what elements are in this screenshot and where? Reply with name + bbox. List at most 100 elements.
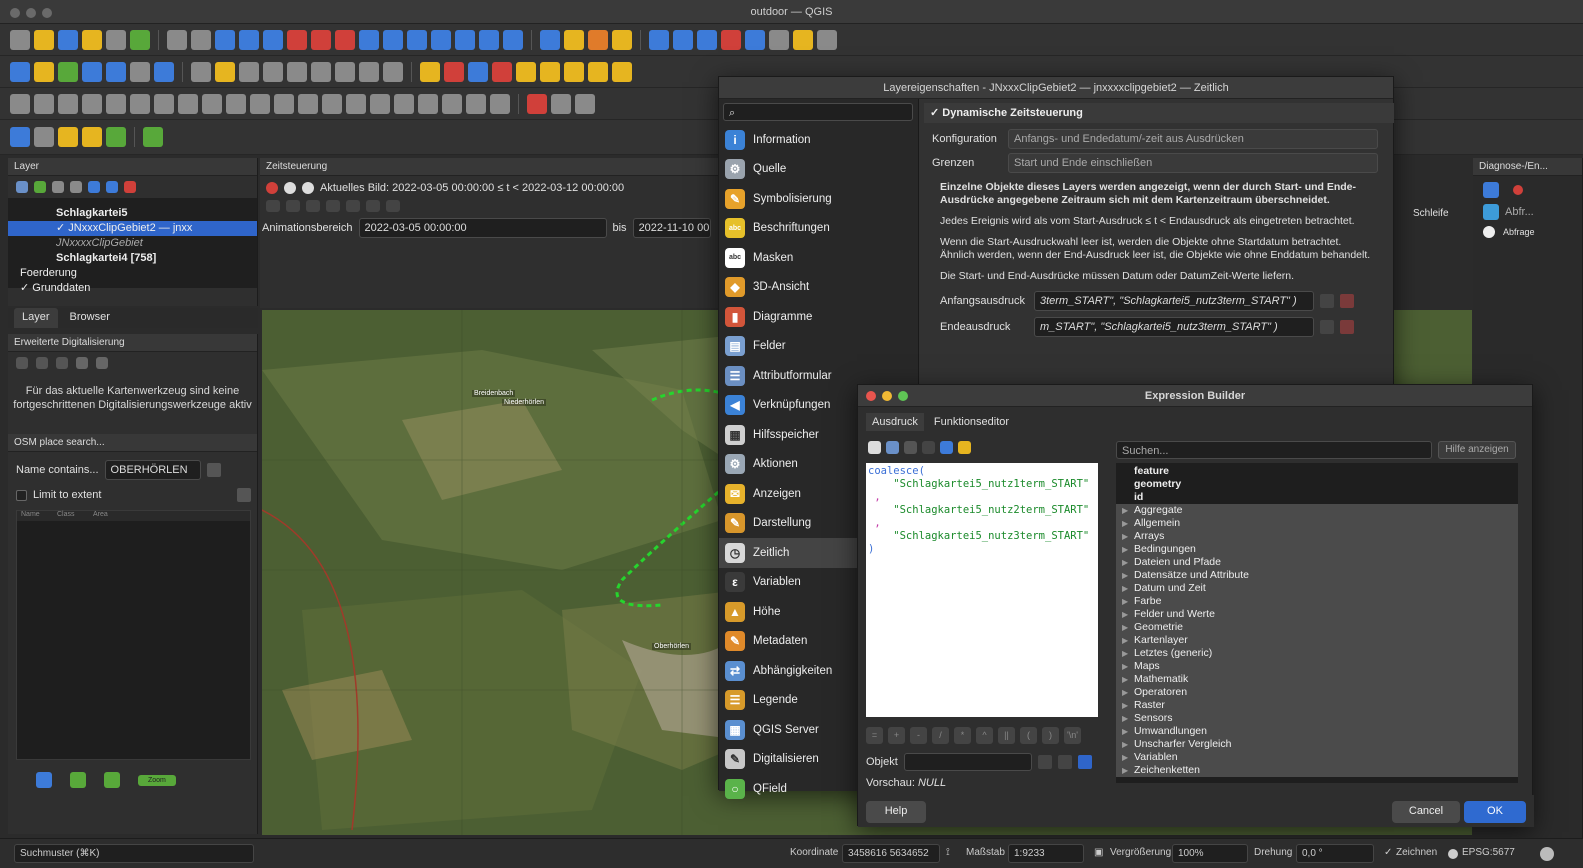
function-group-item[interactable]: ▶ Mathematik — [1116, 673, 1518, 686]
osm-list-icon[interactable] — [36, 772, 52, 788]
toolbar-tool-icon[interactable] — [407, 29, 427, 50]
toolbar-tool-icon[interactable] — [263, 61, 283, 82]
toolbar-tool-icon[interactable] — [479, 29, 499, 50]
toolbar-tool-icon[interactable] — [468, 61, 488, 82]
toolbar-tool-icon[interactable] — [383, 29, 403, 50]
function-group-item[interactable]: ▶ Aggregate — [1116, 504, 1518, 517]
rewind-icon[interactable] — [266, 200, 280, 212]
snap-icon[interactable]: ⟟ — [946, 847, 950, 858]
toolbar-tool-icon[interactable] — [612, 29, 632, 50]
toolbar-tool-icon[interactable] — [503, 29, 523, 50]
help-button[interactable]: Help — [866, 801, 926, 823]
end-expression-input[interactable]: m_START", "Schlagkartei5_nutz3term_START… — [1034, 317, 1314, 337]
coordinate-input[interactable]: 3458616 5634652 — [842, 844, 940, 863]
play-icon[interactable] — [346, 200, 360, 212]
new-expression-icon[interactable] — [868, 441, 881, 454]
expr-close-button[interactable] — [866, 391, 876, 401]
limit-to-extent-checkbox[interactable] — [16, 489, 27, 501]
function-group-item[interactable]: ▶ Datum und Zeit — [1116, 582, 1518, 595]
function-group-item[interactable]: ▶ Farbe — [1116, 595, 1518, 608]
identify-tree-icon[interactable] — [1483, 182, 1499, 198]
operator-button[interactable]: - — [910, 727, 927, 744]
start-expression-input[interactable]: 3term_START", "Schlagkartei5_nutz3term_S… — [1034, 291, 1314, 311]
function-group-item[interactable]: ▶ Arrays — [1116, 530, 1518, 543]
function-group-item[interactable]: ▶ Unscharfer Vergleich — [1116, 738, 1518, 751]
parallel-icon[interactable] — [56, 357, 68, 369]
query-info-icon[interactable] — [1483, 226, 1495, 238]
toolbar-tool-icon[interactable] — [383, 61, 403, 82]
osm-search-button[interactable] — [206, 463, 221, 477]
expand-arrow-icon[interactable]: ▶ — [1122, 699, 1128, 712]
toolbar-tool-icon[interactable] — [34, 127, 54, 147]
magnifier-input[interactable]: 100% — [1172, 844, 1248, 863]
range-start-input[interactable]: 2022-03-05 00:00:00 — [358, 218, 607, 238]
expand-arrow-icon[interactable]: ▶ — [1122, 764, 1128, 777]
toolbar-tool-icon[interactable] — [394, 93, 414, 114]
toolbar-tool-icon[interactable] — [516, 61, 536, 82]
layer-visibility-checkbox[interactable]: ✓ — [20, 282, 32, 294]
toolbar-tool-icon[interactable] — [202, 93, 222, 114]
nav-item-quelle[interactable]: ⚙ Quelle — [719, 155, 918, 185]
expand-arrow-icon[interactable]: ▶ — [1122, 608, 1128, 621]
osm-map-icon[interactable] — [70, 772, 86, 788]
object-first-button[interactable] — [1037, 755, 1052, 769]
show-help-button[interactable]: Hilfe anzeigen — [1438, 441, 1516, 459]
layer-tree-item[interactable]: Schlagkartei5 — [8, 206, 257, 221]
object-select[interactable] — [903, 753, 1032, 771]
function-group-item[interactable]: ▶ Geometrie — [1116, 621, 1518, 634]
toolbar-tool-icon[interactable] — [58, 61, 78, 82]
expr-minimize-button[interactable] — [882, 391, 892, 401]
osm-column-header[interactable]: Name — [17, 511, 53, 521]
operator-button[interactable]: || — [998, 727, 1015, 744]
fixed-range-icon[interactable] — [284, 182, 296, 194]
expand-arrow-icon[interactable]: ▶ — [1122, 569, 1128, 582]
toolbar-tool-icon[interactable] — [490, 93, 510, 114]
toolbar-tool-icon[interactable] — [34, 93, 54, 114]
delete-expression-icon[interactable] — [922, 441, 935, 454]
animated-icon[interactable] — [302, 182, 314, 194]
operator-button[interactable]: ( — [1020, 727, 1037, 744]
toolbar-tool-icon[interactable] — [34, 61, 54, 82]
function-group-item[interactable]: ▶ Maps — [1116, 660, 1518, 673]
toolbar-tool-icon[interactable] — [82, 61, 102, 82]
toolbar-tool-icon[interactable] — [82, 127, 102, 147]
expand-arrow-icon[interactable]: ▶ — [1122, 517, 1128, 530]
expand-arrow-icon[interactable]: ▶ — [1122, 673, 1128, 686]
layer-tree-item[interactable]: Foerderung — [8, 266, 257, 281]
toolbar-tool-icon[interactable] — [697, 29, 717, 50]
toolbar-tool-icon[interactable] — [154, 93, 174, 114]
toolbar-tool-icon[interactable] — [322, 93, 342, 114]
expand-arrow-icon[interactable]: ▶ — [1122, 647, 1128, 660]
nav-item-3d-ansicht[interactable]: ◆ 3D-Ansicht — [719, 273, 918, 303]
edit-expression-icon[interactable] — [904, 441, 917, 454]
toolbar-tool-icon[interactable] — [817, 29, 837, 50]
play-backward-icon[interactable] — [306, 200, 320, 212]
toolbar-tool-icon[interactable] — [10, 127, 30, 147]
nav-item-information[interactable]: i Information — [719, 125, 918, 155]
toolbar-tool-icon[interactable] — [721, 29, 741, 50]
toolbar-tool-icon[interactable] — [130, 93, 150, 114]
toolbar-tool-icon[interactable] — [431, 29, 451, 50]
osm-name-input[interactable]: OBERHÖRLEN — [104, 460, 201, 480]
toolbar-tool-icon[interactable] — [298, 93, 318, 114]
maximize-window-button[interactable] — [42, 8, 52, 18]
object-prev-button[interactable] — [1057, 755, 1072, 769]
operator-button[interactable]: + — [888, 727, 905, 744]
toolbar-tool-icon[interactable] — [455, 29, 475, 50]
limits-select[interactable]: Start und Ende einschließen — [1008, 153, 1378, 173]
properties-search-input[interactable]: ⌕ — [723, 103, 913, 121]
scale-input[interactable]: 1:9233 — [1008, 844, 1084, 863]
toolbar-tool-icon[interactable] — [226, 93, 246, 114]
toolbar-tool-icon[interactable] — [612, 61, 632, 82]
query-search-input[interactable]: Abfr... — [1505, 206, 1534, 218]
operator-button[interactable]: * — [954, 727, 971, 744]
expand-arrow-icon[interactable]: ▶ — [1122, 686, 1128, 699]
layer-visibility-checkbox[interactable]: ✓ — [56, 222, 68, 234]
toolbar-tool-icon[interactable] — [311, 61, 331, 82]
export-expression-icon[interactable] — [958, 441, 971, 454]
osm-pin-icon[interactable] — [104, 772, 120, 788]
expand-arrow-icon[interactable]: ▶ — [1122, 660, 1128, 673]
function-group-item[interactable]: ▶ Datensätze und Attribute — [1116, 569, 1518, 582]
osm-options-button[interactable] — [237, 488, 251, 502]
ok-button[interactable]: OK — [1464, 801, 1526, 823]
